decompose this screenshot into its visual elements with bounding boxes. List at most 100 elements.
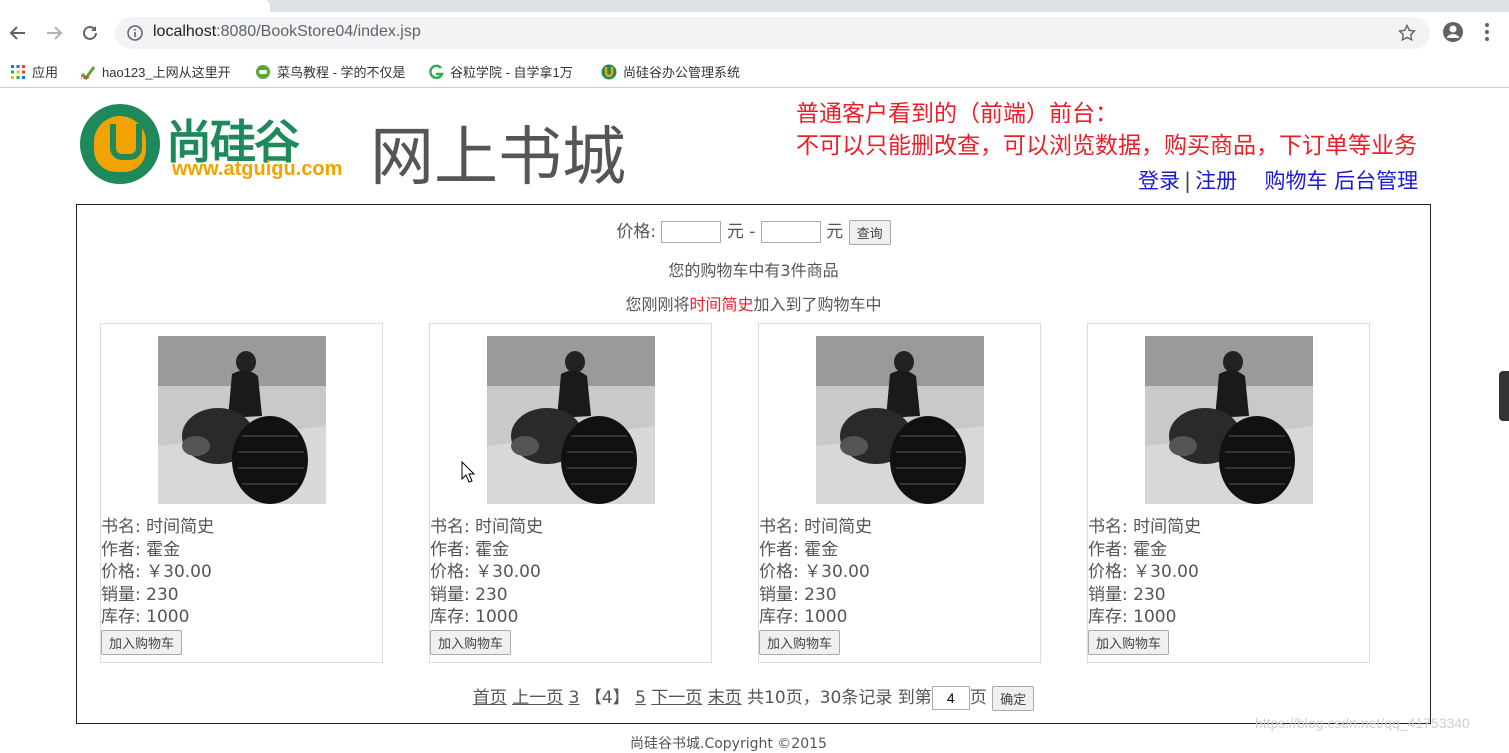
bookmark-hao123[interactable]: hao hao123_上网从这里开 [80,62,231,81]
mouse-cursor-icon [461,461,475,483]
address-bar[interactable]: localhost:8080/BookStore04/index.jsp [115,17,1430,49]
back-arrow-icon [9,26,25,40]
max-price-input[interactable] [760,221,821,243]
book-author: 霍金 [804,539,839,560]
watermark-text: https://blog.csdn.net/qq_41753340 [1255,715,1470,731]
bookmark-label: 谷粒学院 - 自学拿1万 [450,65,573,80]
book-stock: 1000 [804,607,848,627]
book-card: 书名: 时间简史 作者: 霍金 价格: ￥30.00 销量: 230 库存: 1… [758,323,1041,663]
login-link[interactable]: 登录 [1138,169,1180,193]
goto-page-input[interactable] [931,686,970,710]
book-author: 霍金 [1133,539,1168,560]
top-nav: 登录 | 注册 购物车 后台管理 [1138,165,1418,195]
book-price: ￥30.00 [475,562,541,582]
info-icon[interactable] [127,25,143,41]
bookmark-star-icon[interactable] [1398,24,1416,42]
add-to-cart-button[interactable]: 加入购物车 [101,630,183,655]
book-sales: 230 [1133,584,1166,605]
note-line-1: 普通客户看到的（前端）前台： [796,101,1118,127]
profile-avatar-icon[interactable] [1442,21,1464,43]
cart-link[interactable]: 购物车 [1264,169,1327,193]
book-price: ￥30.00 [1133,562,1199,582]
back-button[interactable] [5,20,31,46]
book-name: 时间简史 [804,517,873,537]
book-stock: 1000 [1133,607,1177,627]
bookmark-apps[interactable]: 应用 [10,62,58,81]
main-content: 价格: 元 - 元 查询 您的购物车中有3件商品 您刚刚将时间简史加入到了购物车… [76,204,1431,724]
book-sales: 230 [475,584,508,605]
bookmark-runoob[interactable]: 菜鸟教程 - 学的不仅是 [255,62,406,81]
register-link[interactable]: 注册 [1195,169,1237,193]
book-card: 书名: 时间简史 作者: 霍金 价格: ￥30.00 销量: 230 库存: 1… [429,323,712,663]
add-to-cart-button[interactable]: 加入购物车 [430,630,512,655]
next-page-link[interactable]: 下一页 [651,688,702,708]
book-stock: 1000 [146,607,190,627]
last-page-link[interactable]: 末页 [708,688,742,708]
bookmark-atguigu[interactable]: 尚硅谷办公管理系统 [601,62,740,81]
bookmark-guli[interactable]: 谷粒学院 - 自学拿1万 [428,62,573,81]
min-price-input[interactable] [661,221,722,243]
book-cover-image[interactable] [158,336,326,504]
book-card: 书名: 时间简史 作者: 霍金 价格: ￥30.00 销量: 230 库存: 1… [100,323,383,663]
page-unit: 页 [969,688,987,708]
logo-emblem-icon [80,104,160,184]
bookmark-label: hao123_上网从这里开 [102,65,231,80]
cover-photo [816,336,984,504]
footer-copyright: 尚硅谷书城.Copyright ©2015 [630,736,827,752]
active-tab[interactable] [0,0,270,12]
price-label: 价格: [616,222,657,242]
book-author: 霍金 [475,539,510,560]
book-name: 时间简史 [1133,517,1202,537]
book-info: 书名: 时间简史 作者: 霍金 价格: ￥30.00 销量: 230 库存: 1… [430,517,544,627]
reload-button[interactable] [77,20,103,46]
note-line-2: 不可以只能删改查，可以浏览数据，购买商品，下订单等业务 [796,133,1417,159]
book-stock: 1000 [475,607,519,627]
book-info: 书名: 时间简史 作者: 霍金 价格: ￥30.00 销量: 230 库存: 1… [1088,517,1202,627]
svg-text:hao: hao [81,75,90,80]
book-cover-image[interactable] [487,336,655,504]
prev-page-link[interactable]: 上一页 [512,688,563,708]
runoob-icon [256,64,270,79]
book-name: 时间简史 [146,517,215,537]
add-to-cart-button[interactable]: 加入购物车 [1088,630,1170,655]
reload-icon [83,25,97,40]
book-sales: 230 [804,584,837,605]
site-logo[interactable]: 尚硅谷 www.atguigu.com 网上书城 [80,100,650,195]
nav-separator: | [1184,169,1192,193]
query-button[interactable]: 查询 [848,219,891,245]
bookmark-label: 尚硅谷办公管理系统 [623,65,741,80]
add-to-cart-button[interactable]: 加入购物车 [759,630,841,655]
cover-photo [1145,336,1313,504]
tab-strip [0,0,1509,12]
forward-arrow-icon [47,26,63,40]
book-info: 书名: 时间简史 作者: 霍金 价格: ￥30.00 销量: 230 库存: 1… [101,517,215,627]
book-info: 书名: 时间简史 作者: 霍金 价格: ￥30.00 销量: 230 库存: 1… [759,517,873,627]
goto-label: 到第 [897,688,932,708]
added-prefix: 您刚刚将 [625,295,690,314]
book-price: ￥30.00 [146,562,212,582]
first-page-link[interactable]: 首页 [473,688,507,708]
site-title: 网上书城 [370,121,626,195]
hao123-icon: hao [80,65,96,80]
page-3-link[interactable]: 3 [569,688,580,708]
atguigu-icon [601,64,617,79]
added-message: 您刚刚将时间简史加入到了购物车中 [77,291,1430,315]
pagination: 首页 上一页 3 【4】 5 下一页 末页 共10页，30条记录 到第 页 确定 [77,683,1430,711]
bookmark-label: 应用 [32,65,59,80]
url-text[interactable]: localhost:8080/BookStore04/index.jsp [153,23,421,41]
book-cover-image[interactable] [816,336,984,504]
book-card: 书名: 时间简史 作者: 霍金 价格: ￥30.00 销量: 230 库存: 1… [1087,323,1370,663]
book-cover-image[interactable] [1145,336,1313,504]
page-summary: 共10页，30条记录 [747,688,893,708]
page-5-link[interactable]: 5 [635,688,646,708]
unit-label-1: 元 - [726,222,756,242]
logo-url-text: www.atguigu.com [172,158,343,180]
current-page: 【4】 [584,688,630,708]
bookmark-label: 菜鸟教程 - 学的不仅是 [277,65,406,80]
confirm-button[interactable]: 确定 [992,685,1035,711]
admin-link[interactable]: 后台管理 [1334,169,1418,193]
menu-kebab-icon[interactable] [1483,21,1491,43]
added-book-name: 时间简史 [689,295,754,314]
forward-button[interactable] [41,20,67,46]
side-panel-handle[interactable] [1499,371,1509,421]
